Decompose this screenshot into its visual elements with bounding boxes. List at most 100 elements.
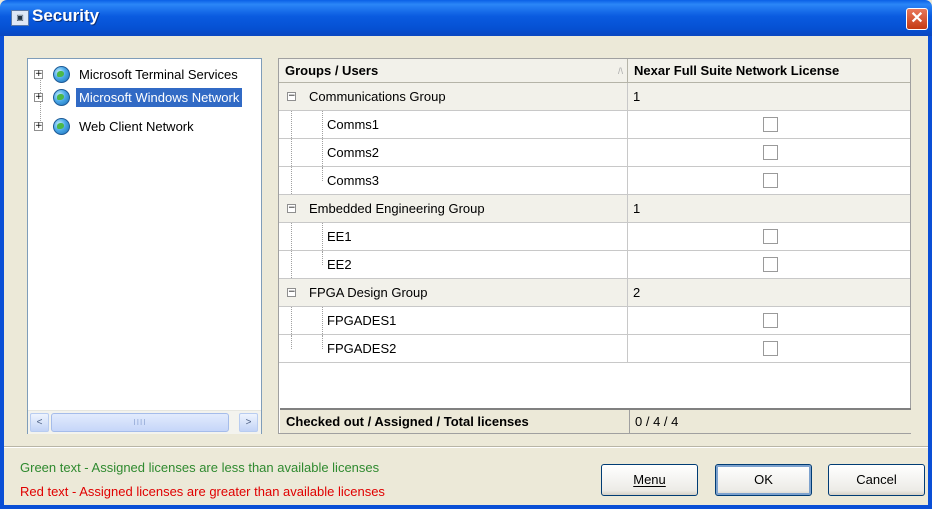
license-checkbox[interactable] (763, 117, 778, 132)
user-name: FPGADES1 (327, 313, 397, 328)
title-bar: ▣ Security ✕ (0, 0, 932, 36)
user-name-cell: EE1 (279, 223, 628, 250)
close-button[interactable]: ✕ (906, 8, 928, 30)
globe-icon (53, 66, 70, 83)
group-row-communications[interactable]: − Communications Group 1 (279, 83, 910, 111)
scroll-right-button[interactable]: > (239, 413, 258, 432)
tree-connector (322, 223, 324, 250)
tree-item-label[interactable]: Web Client Network (76, 117, 197, 136)
scroll-thumb[interactable]: IIII (51, 413, 229, 432)
tree-connector (291, 335, 293, 349)
network-tree[interactable]: + Microsoft Terminal Services + Microsof… (27, 58, 262, 434)
collapse-icon[interactable]: − (287, 204, 296, 213)
group-name-cell: − FPGA Design Group (279, 279, 628, 306)
tree-connector (291, 167, 293, 194)
user-name: EE1 (327, 229, 352, 244)
user-row-comms3[interactable]: Comms3 (279, 167, 910, 195)
tree-item-label[interactable]: Microsoft Windows Network (76, 88, 243, 107)
license-checkbox[interactable] (763, 313, 778, 328)
totals-label: Checked out / Assigned / Total licenses (286, 414, 529, 429)
user-name-cell: Comms1 (279, 111, 628, 138)
window-frame-left (0, 36, 4, 509)
expand-icon[interactable]: + (34, 70, 43, 79)
tree-connector (291, 251, 293, 278)
window-frame-right (928, 36, 932, 509)
group-license-count[interactable]: 2 (628, 279, 910, 306)
globe-icon (53, 118, 70, 135)
expand-icon[interactable]: + (34, 93, 43, 102)
license-totals-footer: Checked out / Assigned / Total licenses … (280, 408, 911, 433)
tree-connector (322, 251, 324, 265)
user-row-comms2[interactable]: Comms2 (279, 139, 910, 167)
tree-connector (322, 335, 324, 349)
ok-button[interactable]: OK (715, 464, 812, 496)
grip-icon: IIII (133, 418, 147, 427)
tree-item-web-client[interactable]: + Web Client Network (28, 116, 261, 138)
tree-connector (291, 307, 293, 334)
totals-value: 0 / 4 / 4 (629, 410, 911, 433)
user-name-cell: Comms2 (279, 139, 628, 166)
window-title: Security (32, 6, 100, 25)
group-name: Communications Group (309, 89, 446, 104)
tree-item-terminal-services[interactable]: + Microsoft Terminal Services (28, 64, 261, 86)
user-name: Comms1 (327, 117, 380, 132)
license-checkbox[interactable] (763, 341, 778, 356)
group-name-cell: − Embedded Engineering Group (279, 195, 628, 222)
expand-icon[interactable]: + (34, 122, 43, 131)
license-checkbox[interactable] (763, 229, 778, 244)
user-name: EE2 (327, 257, 352, 272)
menu-button-label: Menu (633, 472, 666, 487)
close-icon: ✕ (910, 10, 924, 27)
tree-connector (322, 307, 324, 334)
tree-item-label[interactable]: Microsoft Terminal Services (76, 65, 241, 84)
tree-horizontal-scrollbar[interactable]: < IIII > (28, 410, 261, 434)
separator (4, 446, 928, 448)
user-name: Comms2 (327, 145, 380, 160)
user-name-cell: Comms3 (279, 167, 628, 194)
tree-connector (322, 111, 324, 138)
globe-icon (53, 89, 70, 106)
tree-item-windows-network[interactable]: + Microsoft Windows Network (28, 87, 261, 109)
user-row-fpgades2[interactable]: FPGADES2 (279, 335, 910, 363)
cancel-button[interactable]: Cancel (828, 464, 925, 496)
tree-connector (291, 139, 293, 166)
group-license-count[interactable]: 1 (628, 83, 910, 110)
tree-connector (291, 111, 293, 138)
group-row-embedded-engineering[interactable]: − Embedded Engineering Group 1 (279, 195, 910, 223)
group-name: Embedded Engineering Group (309, 201, 485, 216)
user-name-cell: FPGADES2 (279, 335, 628, 362)
column-header-label: Groups / Users (285, 63, 379, 78)
group-row-fpga-design[interactable]: − FPGA Design Group 2 (279, 279, 910, 307)
chevron-right-icon: > (245, 417, 252, 428)
scroll-left-button[interactable]: < (30, 413, 49, 432)
user-row-ee2[interactable]: EE2 (279, 251, 910, 279)
column-header-groups-users[interactable]: Groups / Users /\ (279, 59, 628, 83)
collapse-icon[interactable]: − (287, 288, 296, 297)
group-name-cell: − Communications Group (279, 83, 628, 110)
collapse-icon[interactable]: − (287, 92, 296, 101)
license-checkbox[interactable] (763, 145, 778, 160)
column-header-license[interactable]: Nexar Full Suite Network License (628, 59, 910, 83)
license-grid[interactable]: Groups / Users /\ Nexar Full Suite Netwo… (278, 58, 911, 434)
sort-arrow-icon: /\ (618, 66, 624, 76)
window-frame-bottom (0, 505, 932, 509)
user-row-comms1[interactable]: Comms1 (279, 111, 910, 139)
chevron-left-icon: < (36, 417, 43, 428)
user-row-fpgades1[interactable]: FPGADES1 (279, 307, 910, 335)
legend-red-text: Red text - Assigned licenses are greater… (20, 484, 385, 499)
app-icon[interactable]: ▣ (11, 10, 29, 26)
user-name: FPGADES2 (327, 341, 397, 356)
license-checkbox[interactable] (763, 257, 778, 272)
tree-connector (322, 167, 324, 181)
tree-connector (291, 223, 293, 250)
user-row-ee1[interactable]: EE1 (279, 223, 910, 251)
menu-button[interactable]: Menu (601, 464, 698, 496)
tree-connector (322, 139, 324, 166)
user-name-cell: FPGADES1 (279, 307, 628, 334)
legend-green-text: Green text - Assigned licenses are less … (20, 460, 380, 475)
user-name-cell: EE2 (279, 251, 628, 278)
group-license-count[interactable]: 1 (628, 195, 910, 222)
user-name: Comms3 (327, 173, 380, 188)
group-name: FPGA Design Group (309, 285, 428, 300)
license-checkbox[interactable] (763, 173, 778, 188)
